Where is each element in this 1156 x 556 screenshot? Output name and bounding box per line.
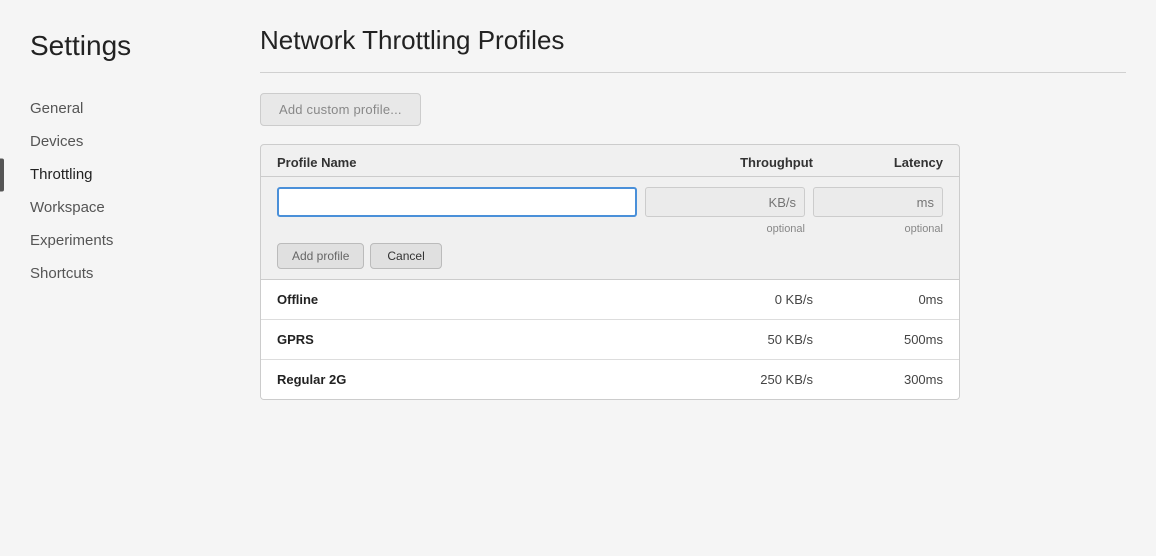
latency-optional-label: optional — [813, 223, 943, 235]
profile-name-cell: GPRS — [277, 332, 653, 347]
latency-input[interactable] — [813, 187, 943, 217]
table-row: Offline 0 KB/s 0ms — [261, 280, 959, 320]
profile-name-cell: Offline — [277, 292, 653, 307]
profile-latency-cell: 0ms — [813, 292, 943, 307]
sidebar-item-shortcuts[interactable]: Shortcuts — [20, 257, 230, 290]
profile-throughput-cell: 250 KB/s — [653, 372, 813, 387]
add-profile-button[interactable]: Add profile — [277, 243, 364, 269]
optional-labels-row: optional optional — [277, 223, 943, 235]
profiles-table: Profile Name Throughput Latency optional… — [260, 144, 960, 400]
sidebar-nav: General Devices Throttling Workspace Exp… — [20, 92, 230, 290]
sidebar-item-experiments[interactable]: Experiments — [20, 224, 230, 257]
throughput-optional-label: optional — [645, 223, 805, 235]
table-row: Regular 2G 250 KB/s 300ms — [261, 360, 959, 399]
sidebar-item-workspace[interactable]: Workspace — [20, 191, 230, 224]
input-row — [277, 187, 943, 217]
section-divider — [260, 72, 1126, 73]
page-container: Settings General Devices Throttling Work… — [0, 0, 1156, 556]
table-row: GPRS 50 KB/s 500ms — [261, 320, 959, 360]
add-profile-form: optional optional Add profile Cancel — [261, 177, 959, 280]
col-header-profile-name: Profile Name — [277, 155, 653, 170]
profile-throughput-cell: 0 KB/s — [653, 292, 813, 307]
throughput-input[interactable] — [645, 187, 805, 217]
add-custom-profile-button[interactable]: Add custom profile... — [260, 93, 421, 126]
main-content: Network Throttling Profiles Add custom p… — [230, 0, 1156, 556]
sidebar: Settings General Devices Throttling Work… — [0, 0, 230, 556]
profile-latency-cell: 300ms — [813, 372, 943, 387]
profile-name-cell: Regular 2G — [277, 372, 653, 387]
sidebar-item-devices[interactable]: Devices — [20, 125, 230, 158]
profile-latency-cell: 500ms — [813, 332, 943, 347]
table-header: Profile Name Throughput Latency — [261, 145, 959, 177]
sidebar-item-throttling[interactable]: Throttling — [20, 158, 230, 191]
col-header-latency: Latency — [813, 155, 943, 170]
col-header-throughput: Throughput — [653, 155, 813, 170]
sidebar-item-general[interactable]: General — [20, 92, 230, 125]
page-title: Network Throttling Profiles — [260, 25, 1126, 56]
form-action-buttons: Add profile Cancel — [277, 243, 943, 269]
profile-throughput-cell: 50 KB/s — [653, 332, 813, 347]
cancel-button[interactable]: Cancel — [370, 243, 441, 269]
profile-name-input[interactable] — [277, 187, 637, 217]
sidebar-title: Settings — [20, 30, 230, 62]
